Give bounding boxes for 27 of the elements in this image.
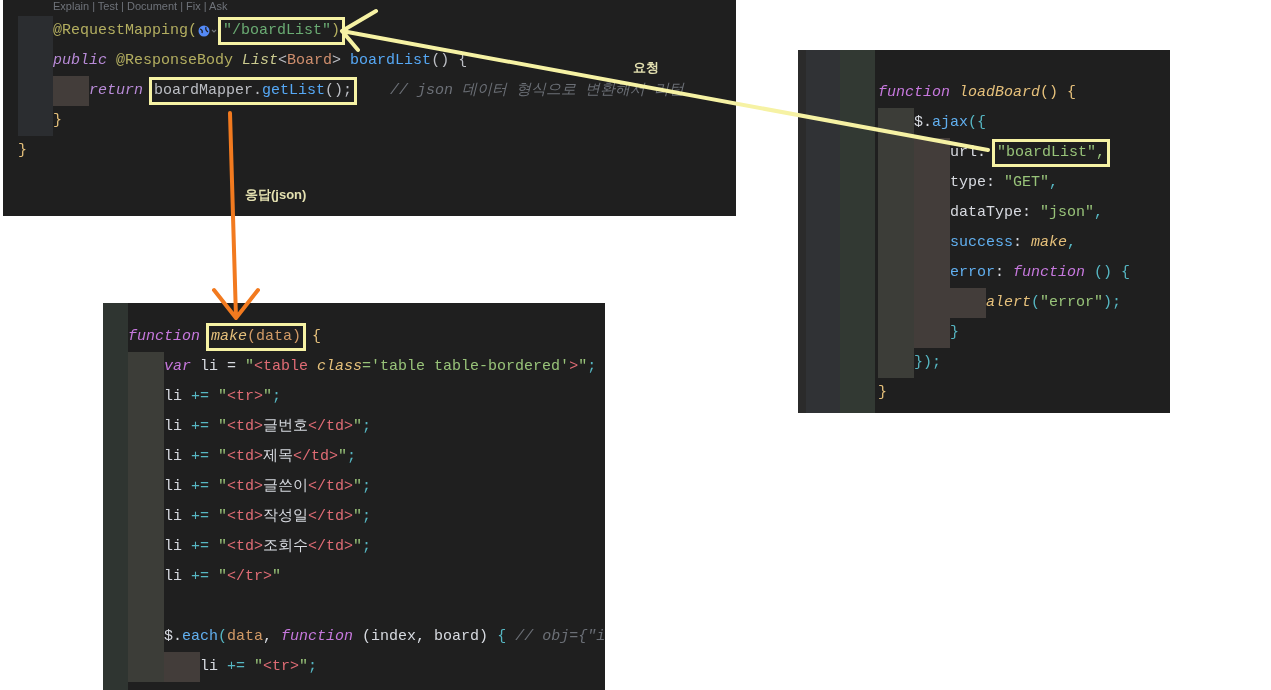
code-line: li += "<tr>"; — [200, 657, 318, 677]
annotation-label: 응답(json) — [245, 186, 307, 204]
code-line: dataType: "json", — [950, 203, 1104, 223]
code-line: li += "<td>글번호</td>"; — [164, 417, 372, 437]
code-line: } — [18, 141, 27, 161]
code-line: success: make, — [950, 233, 1077, 253]
code-line: li += "<td>제목</td>"; — [164, 447, 357, 467]
code-line: } — [878, 383, 887, 403]
code-line: li += "<td>작성일</td>"; — [164, 507, 372, 527]
annotation-label: 요청 — [633, 59, 659, 77]
codelens-actions[interactable]: Explain | Test | Document | Fix | Ask — [18, 0, 736, 16]
code-line: li += "</tr>" — [164, 567, 282, 587]
code-line: } — [53, 111, 62, 131]
code-line: type: "GET", — [950, 173, 1059, 193]
code-line: li += "<td>글쓴이</td>"; — [164, 477, 372, 497]
code-line: alert("error"); — [986, 293, 1122, 313]
code-line: function loadBoard() { — [878, 83, 1077, 103]
code-line: } — [950, 323, 959, 343]
code-line: var li = "<table class='table table-bordered'>"; — [164, 357, 597, 377]
code-line: function make(data) { — [128, 322, 322, 352]
code-line: $.each(data, function (index, board) { // obj={"i — [164, 627, 605, 647]
code-line: @RequestMapping( "/boardList") — [53, 16, 343, 46]
code-line: $.ajax({ — [914, 113, 987, 133]
code-line: li += "<tr>"; — [164, 387, 282, 407]
code-line: li += "<td>조회수</td>"; — [164, 537, 372, 557]
code-line: }); — [914, 353, 941, 373]
code-line: error: function () { — [950, 263, 1131, 283]
